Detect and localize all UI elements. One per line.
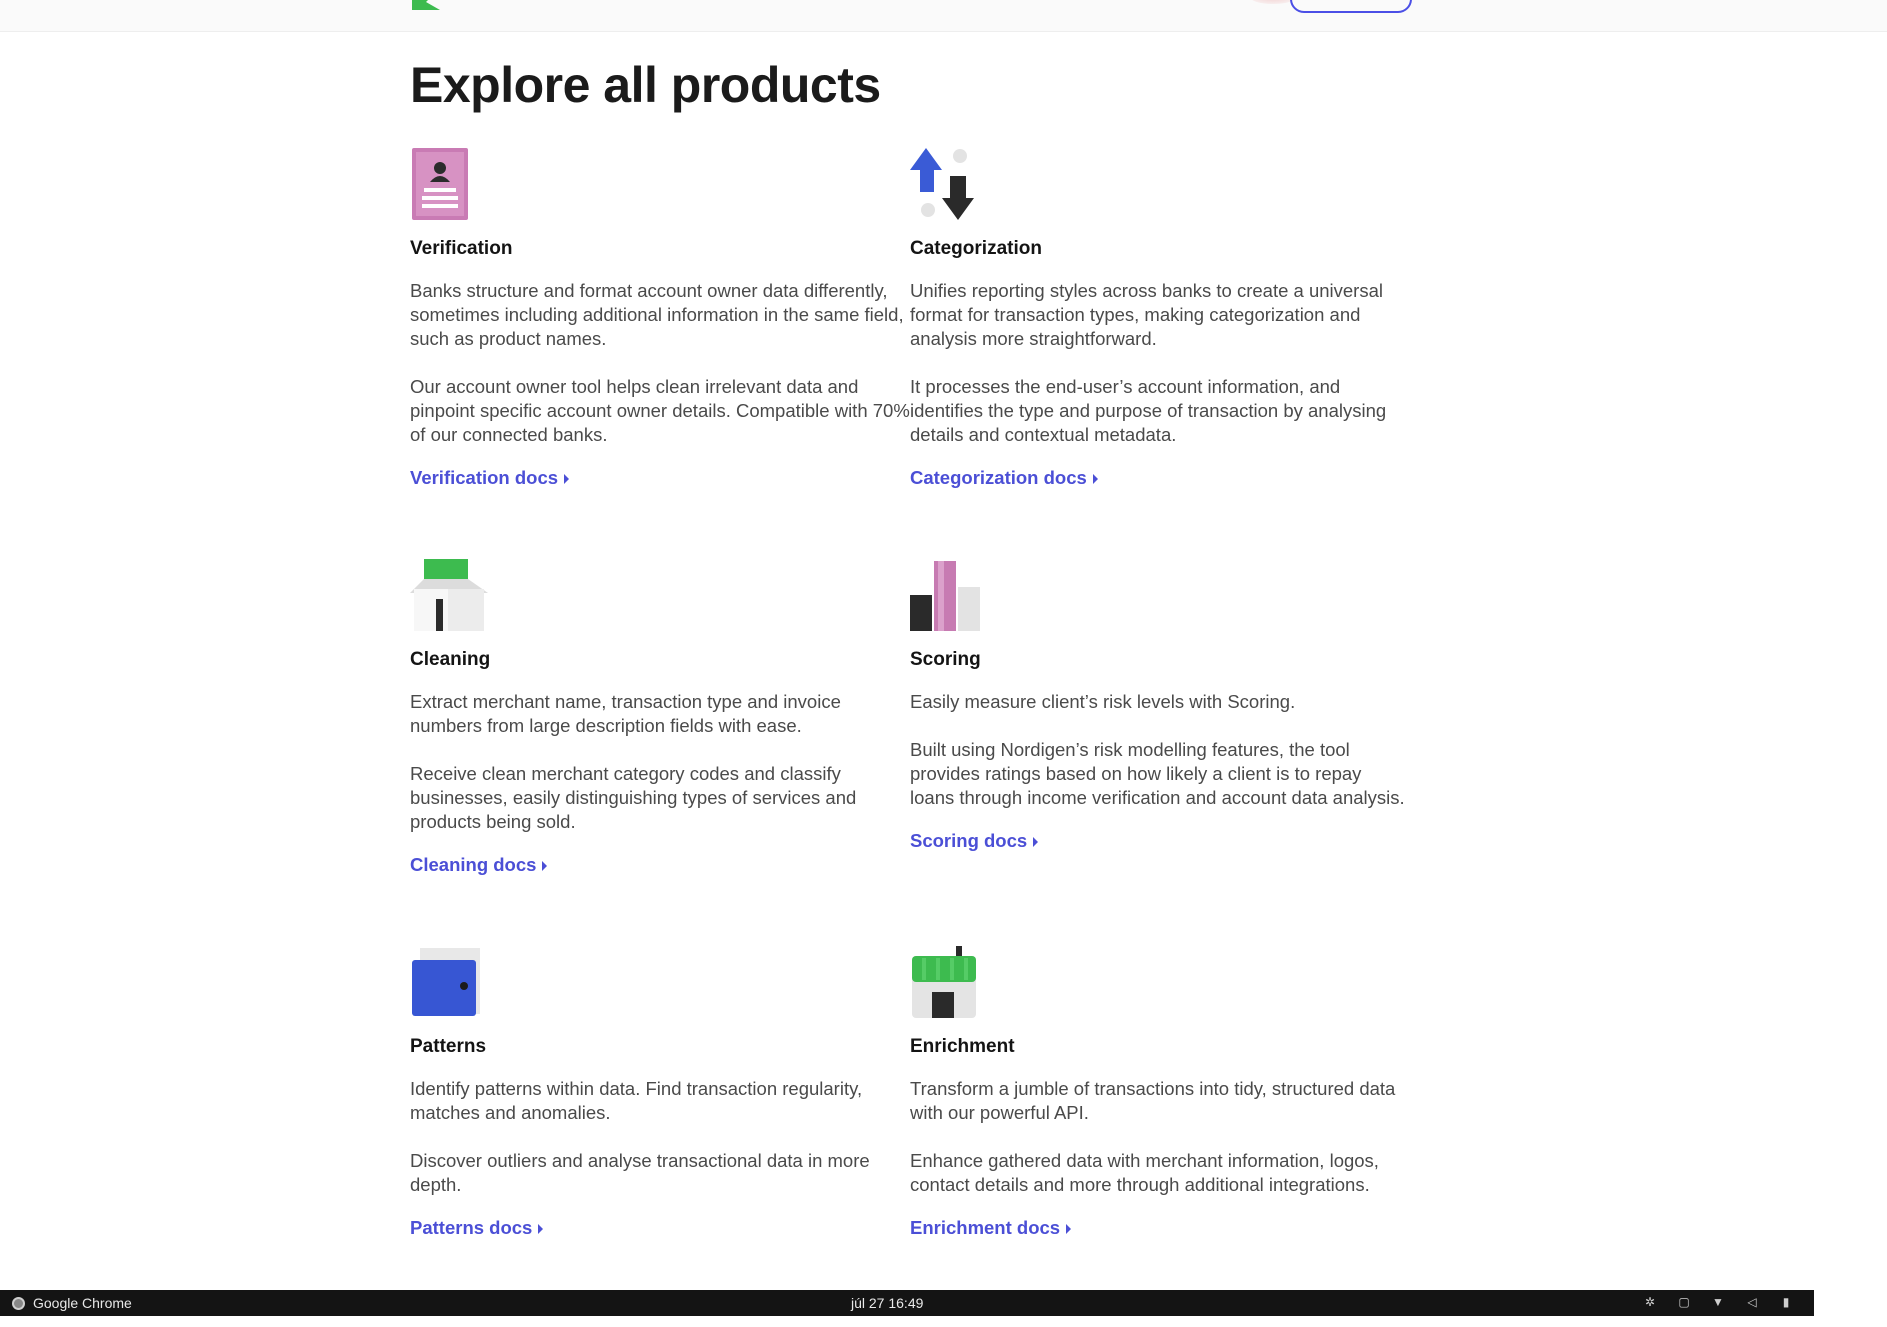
taskbar-clock[interactable]: júl 27 16:49 (851, 1295, 923, 1311)
enrichment-docs-link[interactable]: Enrichment docs (910, 1217, 1072, 1239)
nordigen-logo-icon[interactable] (410, 0, 444, 10)
product-description: Receive clean merchant category codes an… (410, 763, 857, 832)
product-description: Banks structure and format account owner… (410, 280, 904, 349)
product-description: Discover outliers and analyse transactio… (410, 1150, 870, 1195)
categorization-docs-link[interactable]: Categorization docs (910, 467, 1098, 489)
product-description: Our account owner tool helps clean irrel… (410, 376, 910, 445)
caret-right-icon (564, 474, 570, 485)
product-title: Scoring (910, 649, 981, 670)
up-down-arrows-icon (910, 148, 990, 228)
scoring-docs-link[interactable]: Scoring docs (910, 830, 1039, 852)
product-description: It processes the end-user’s account info… (910, 376, 1387, 445)
open-box-icon (410, 559, 490, 639)
product-description: Extract merchant name, transaction type … (410, 691, 841, 736)
storefront-icon (910, 946, 990, 1026)
chrome-icon (12, 1296, 25, 1310)
product-title: Cleaning (410, 649, 491, 670)
product-title: Enrichment (910, 1036, 1015, 1057)
id-card-icon (410, 148, 490, 228)
product-description: Enhance gathered data with merchant info… (910, 1150, 1379, 1195)
header-cta-button[interactable] (1290, 0, 1412, 13)
page-title: Explore all products (410, 57, 881, 113)
product-title: Patterns (410, 1036, 487, 1057)
product-description: Easily measure client’s risk levels with… (910, 691, 1296, 712)
battery-icon[interactable]: ▮ (1778, 1295, 1794, 1309)
patterns-docs-link[interactable]: Patterns docs (410, 1217, 544, 1239)
caret-right-icon (1033, 837, 1039, 848)
caret-right-icon (538, 1224, 544, 1235)
verification-docs-link[interactable]: Verification docs (410, 467, 570, 489)
volume-icon[interactable]: ◁ (1744, 1295, 1760, 1309)
product-description: Transform a jumble of transactions into … (910, 1078, 1396, 1123)
slack-icon[interactable]: ✲ (1642, 1295, 1658, 1309)
wallet-icon (410, 946, 490, 1026)
product-title: Categorization (910, 238, 1042, 259)
product-description: Built using Nordigen’s risk modelling fe… (910, 739, 1405, 808)
product-description: Identify patterns within data. Find tran… (410, 1078, 863, 1123)
caret-right-icon (542, 861, 548, 872)
taskbar-app-google-chrome[interactable]: Google Chrome (12, 1295, 132, 1311)
caret-right-icon (1092, 474, 1098, 485)
top-navigation-bar (0, 0, 1887, 32)
system-taskbar: Google Chrome júl 27 16:49 ✲ ▢ ▼ ◁ ▮ (0, 1290, 1814, 1316)
screen-icon[interactable]: ▢ (1676, 1295, 1692, 1309)
cleaning-docs-link[interactable]: Cleaning docs (410, 854, 548, 876)
product-description: Unifies reporting styles across banks to… (910, 280, 1383, 349)
caret-right-icon (1066, 1224, 1072, 1235)
bar-columns-icon (910, 559, 990, 639)
system-tray: ✲ ▢ ▼ ◁ ▮ (1642, 1295, 1794, 1309)
product-title: Verification (410, 238, 513, 259)
wifi-icon[interactable]: ▼ (1710, 1295, 1726, 1309)
